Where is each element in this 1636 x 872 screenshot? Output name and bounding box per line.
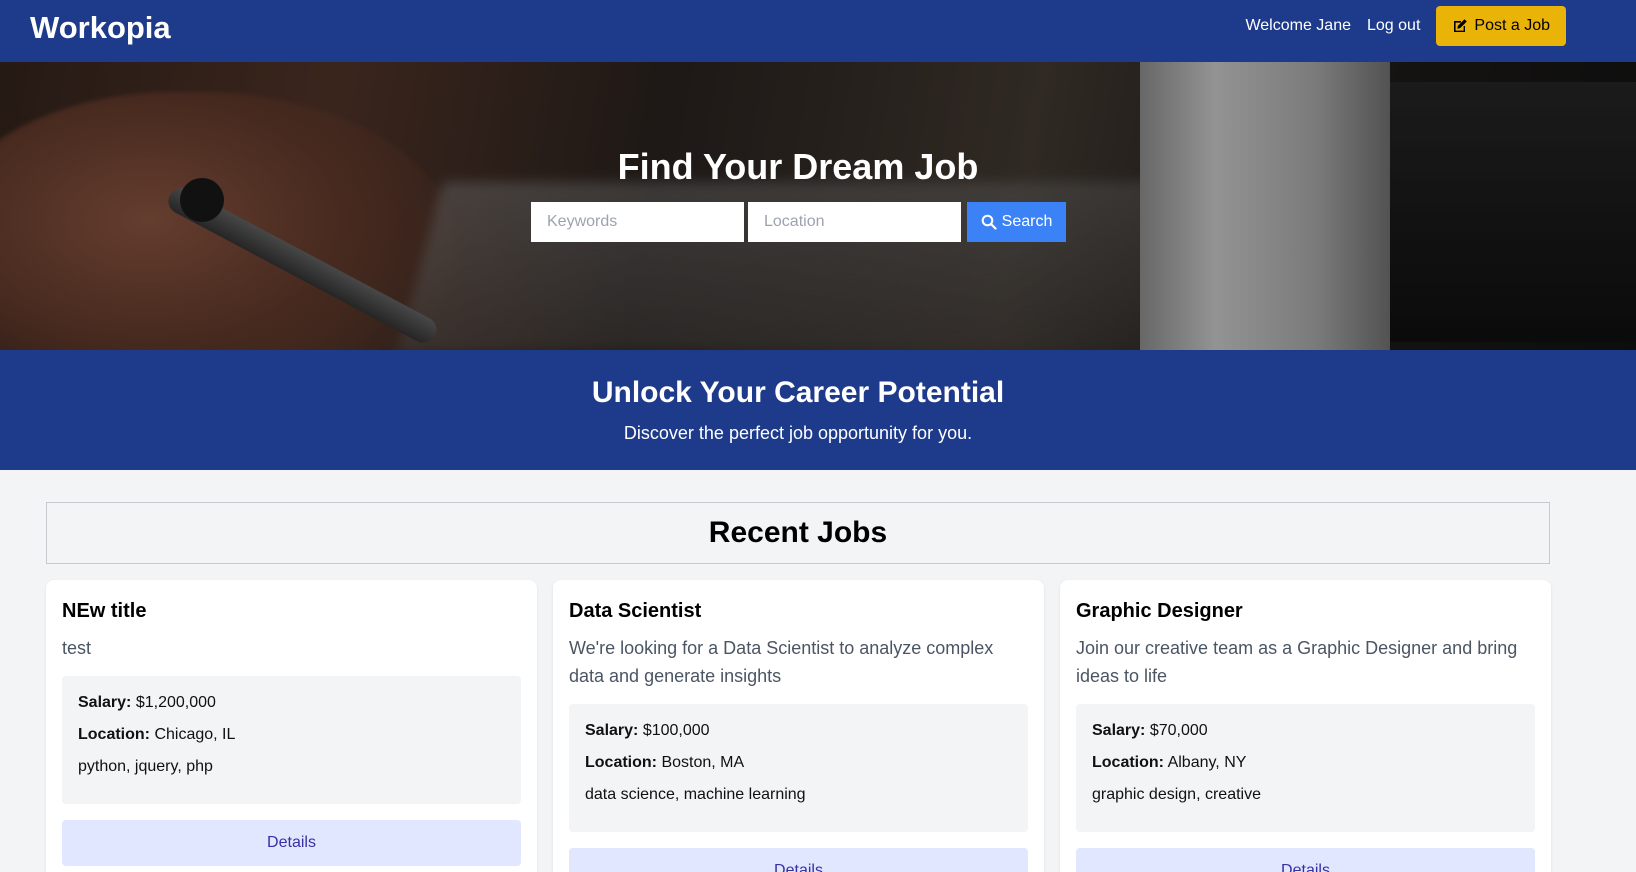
job-title: Data Scientist [569,600,702,622]
banner-subtitle: Discover the perfect job opportunity for… [623,423,973,443]
location-value: Albany, NY [1167,754,1247,771]
location-label: Location: [1092,754,1164,771]
search-form: Search [531,202,1066,242]
location-label: Location: [585,754,657,771]
salary-value: $100,000 [642,722,710,739]
post-job-label: Post a Job [1474,17,1550,34]
welcome-text: Welcome Jane [1245,17,1351,34]
job-description: test [62,638,92,658]
salary-label: Salary: [585,722,639,739]
details-button[interactable]: Details [1076,848,1535,872]
salary-label: Salary: [78,694,132,711]
details-button[interactable]: Details [62,820,521,866]
salary-line: Salary: $70,000 [1092,722,1519,754]
job-title: NEw title [62,600,147,622]
hero-title: Find Your Dream Job [617,146,979,187]
top-navbar: Workopia Welcome Jane Log out Post a Job [0,0,1636,62]
job-info-box: Salary: $1,200,000 Location: Chicago, IL… [62,676,521,804]
job-tags: python, jquery, php [78,758,213,775]
career-banner: Unlock Your Career Potential Discover th… [0,350,1636,470]
salary-value: $70,000 [1149,722,1208,739]
job-card: NEw title test Salary: $1,200,000 Locati… [46,580,537,872]
brand-logo[interactable]: Workopia [30,10,171,46]
location-value: Chicago, IL [154,726,236,743]
location-value: Boston, MA [661,754,745,771]
salary-line: Salary: $1,200,000 [78,694,505,726]
recent-jobs-title: Recent Jobs [708,516,888,549]
nav-links: Welcome Jane Log out Post a Job [1245,6,1566,46]
logout-link[interactable]: Log out [1367,17,1420,35]
job-card: Graphic Designer Join our creative team … [1060,580,1551,872]
job-card: Data Scientist We're looking for a Data … [553,580,1044,872]
post-job-button[interactable]: Post a Job [1436,6,1566,46]
salary-line: Salary: $100,000 [585,722,1012,754]
edit-icon [1454,19,1468,32]
details-button[interactable]: Details [569,848,1028,872]
job-info-box: Salary: $100,000 Location: Boston, MA da… [569,704,1028,832]
location-line: Location: Chicago, IL [78,726,505,758]
location-input[interactable] [748,202,961,242]
location-line: Location: Boston, MA [585,754,1012,786]
job-tags: data science, machine learning [585,786,806,803]
search-icon [981,214,997,230]
hero-section: Find Your Dream Job Search [0,62,1636,350]
salary-value: $1,200,000 [135,694,216,711]
job-description: We're looking for a Data Scientist to an… [569,638,994,686]
job-description: Join our creative team as a Graphic Desi… [1076,638,1518,686]
job-tags: graphic design, creative [1092,786,1261,803]
banner-title: Unlock Your Career Potential [591,376,1005,409]
recent-jobs-header: Recent Jobs [46,502,1550,564]
job-info-box: Salary: $70,000 Location: Albany, NY gra… [1076,704,1535,832]
search-button[interactable]: Search [967,202,1066,242]
search-button-label: Search [1001,213,1053,230]
keywords-input[interactable] [531,202,744,242]
location-line: Location: Albany, NY [1092,754,1519,786]
salary-label: Salary: [1092,722,1146,739]
location-label: Location: [78,726,150,743]
job-title: Graphic Designer [1076,600,1243,622]
